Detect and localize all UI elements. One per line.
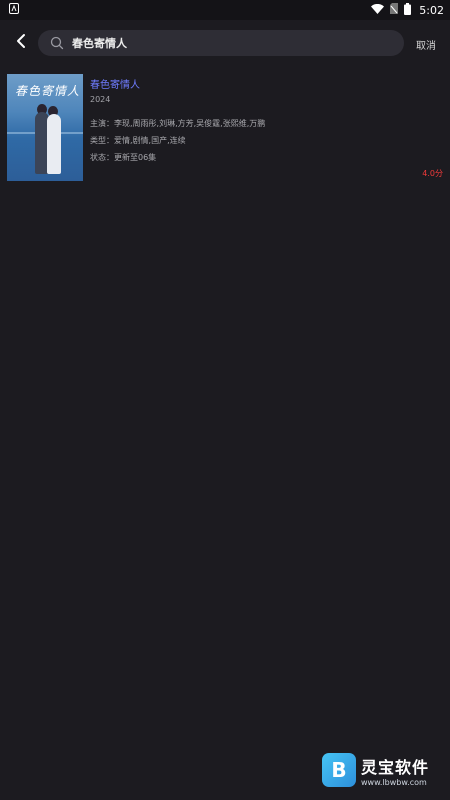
search-icon [50, 36, 64, 50]
cast-label: 主演： [90, 119, 114, 128]
result-score: 4.0分 [422, 169, 443, 178]
result-status: 状态：更新至06集 [90, 152, 156, 163]
chevron-left-icon [15, 33, 27, 53]
result-year: 2024 [90, 95, 111, 104]
watermark-name: 灵宝软件 [361, 757, 430, 777]
wifi-icon [371, 3, 385, 17]
result-title[interactable]: 春色寄情人 [90, 76, 140, 91]
result-genre: 类型：爱情,剧情,国产,连续 [90, 135, 186, 146]
status-time: 5:02 [419, 3, 444, 17]
back-button[interactable] [10, 32, 32, 54]
watermark-url: www.lbwbw.com [361, 777, 427, 787]
search-box[interactable] [38, 30, 404, 56]
poster-image[interactable]: 春色寄情人 [7, 74, 83, 181]
status-bar: 5:02 [0, 0, 450, 20]
poster-figure [47, 114, 61, 174]
status-value: 更新至06集 [114, 153, 157, 162]
sim-icon [390, 3, 399, 17]
search-result-item[interactable]: 春色寄情人 春色寄情人 2024 主演：李现,周雨彤,刘琳,方芳,吴俊霆,张熙维… [7, 74, 443, 182]
genre-value: 爱情,剧情,国产,连续 [114, 136, 186, 145]
watermark-logo-icon: B [322, 753, 356, 787]
watermark: B 灵宝软件 www.lbwbw.com [322, 752, 442, 788]
result-cast: 主演：李现,周雨彤,刘琳,方芳,吴俊霆,张熙维,万鹏 [90, 118, 265, 129]
search-input[interactable] [72, 36, 372, 50]
poster-title: 春色寄情人 [15, 84, 81, 98]
status-label: 状态： [90, 153, 114, 162]
genre-label: 类型： [90, 136, 114, 145]
app-icon [9, 3, 19, 17]
cast-value: 李现,周雨彤,刘琳,方芳,吴俊霆,张熙维,万鹏 [114, 119, 266, 128]
search-header: 取消 [0, 20, 450, 66]
battery-icon [404, 2, 412, 18]
cancel-button[interactable]: 取消 [416, 37, 436, 52]
